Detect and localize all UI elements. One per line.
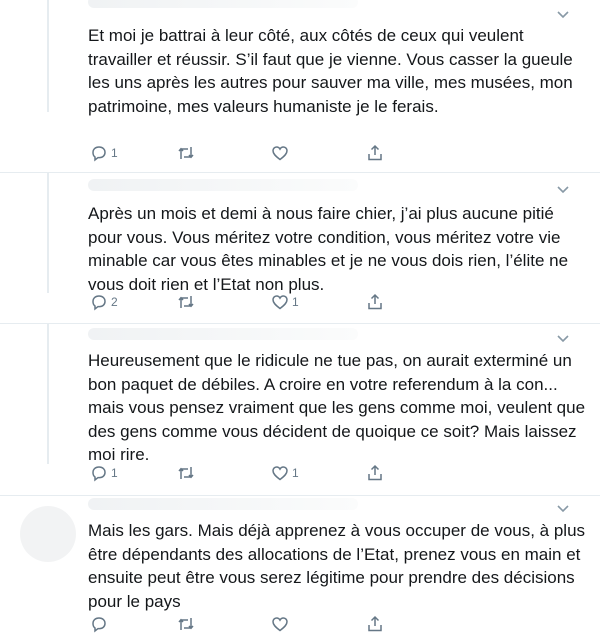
retweet-button[interactable] bbox=[176, 463, 199, 483]
chevron-down-icon[interactable] bbox=[556, 10, 570, 20]
tweet-actions: 1 bbox=[88, 143, 388, 163]
tweet-header-blurred bbox=[88, 0, 358, 8]
reply-count: 2 bbox=[111, 295, 118, 309]
share-icon bbox=[368, 615, 382, 632]
reply-icon bbox=[92, 295, 106, 311]
tweet-text: Mais les gars. Mais déjà apprenez à vous… bbox=[88, 521, 586, 611]
like-button[interactable] bbox=[271, 614, 292, 634]
like-icon bbox=[272, 617, 288, 632]
retweet-icon bbox=[178, 296, 194, 308]
like-count: 1 bbox=[292, 295, 299, 309]
reply-count: 1 bbox=[111, 146, 118, 160]
retweet-button[interactable] bbox=[176, 292, 199, 312]
share-button[interactable] bbox=[366, 143, 384, 163]
tweet-header-blurred bbox=[88, 498, 358, 510]
like-icon bbox=[272, 466, 288, 481]
share-icon bbox=[368, 144, 382, 161]
retweet-icon bbox=[178, 467, 194, 479]
reply-icon bbox=[92, 146, 106, 162]
share-icon bbox=[368, 464, 382, 481]
share-button[interactable] bbox=[366, 292, 384, 312]
tweet-text: Heureusement que le ridicule ne tue pas,… bbox=[88, 351, 586, 464]
tweet[interactable]: Après un mois et demi à nous faire chier… bbox=[0, 173, 600, 323]
like-button[interactable]: 1 bbox=[271, 463, 299, 483]
like-button[interactable] bbox=[271, 143, 292, 163]
tweet-text: Et moi je battrai à leur côté, aux côtés… bbox=[88, 26, 573, 116]
reply-button[interactable]: 1 bbox=[90, 143, 118, 163]
chevron-down-icon[interactable] bbox=[556, 504, 570, 514]
reply-icon bbox=[92, 617, 106, 633]
retweet-button[interactable] bbox=[176, 143, 199, 163]
reply-count: 1 bbox=[111, 466, 118, 480]
like-icon bbox=[272, 295, 288, 310]
share-button[interactable] bbox=[366, 614, 384, 634]
reply-button[interactable]: 1 bbox=[90, 463, 118, 483]
tweet[interactable]: Mais les gars. Mais déjà apprenez à vous… bbox=[0, 496, 600, 639]
tweet-header-blurred bbox=[88, 328, 358, 340]
thread-line bbox=[47, 173, 49, 293]
chevron-down-icon[interactable] bbox=[556, 334, 570, 344]
tweet-header-blurred bbox=[88, 179, 358, 191]
tweet-actions: 2 1 bbox=[88, 292, 388, 312]
thread-line bbox=[47, 0, 49, 112]
like-icon bbox=[272, 146, 288, 161]
tweet[interactable]: Et moi je battrai à leur côté, aux côtés… bbox=[0, 0, 600, 172]
avatar[interactable] bbox=[20, 506, 76, 562]
tweet[interactable]: Heureusement que le ridicule ne tue pas,… bbox=[0, 324, 600, 495]
reply-button[interactable] bbox=[90, 614, 111, 634]
like-button[interactable]: 1 bbox=[271, 292, 299, 312]
tweet-text: Après un mois et demi à nous faire chier… bbox=[88, 204, 569, 294]
thread-line bbox=[47, 324, 49, 464]
retweet-icon bbox=[178, 147, 194, 159]
tweet-actions bbox=[88, 614, 388, 634]
share-button[interactable] bbox=[366, 463, 384, 483]
tweet-actions: 1 1 bbox=[88, 463, 388, 483]
like-count: 1 bbox=[292, 466, 299, 480]
chevron-down-icon[interactable] bbox=[556, 185, 570, 195]
share-icon bbox=[368, 293, 382, 310]
retweet-button[interactable] bbox=[176, 614, 199, 634]
retweet-icon bbox=[178, 618, 194, 630]
reply-button[interactable]: 2 bbox=[90, 292, 118, 312]
reply-icon bbox=[92, 466, 106, 482]
